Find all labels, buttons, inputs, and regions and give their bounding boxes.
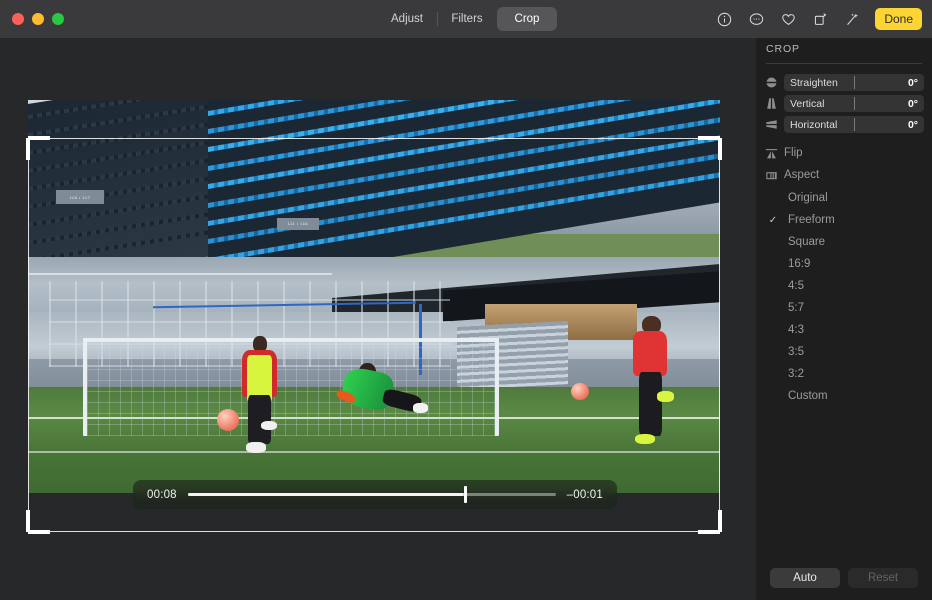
menu-aspect[interactable]: Aspect bbox=[764, 165, 924, 185]
heart-icon[interactable] bbox=[777, 8, 799, 30]
aspect-option-4-3[interactable]: 4:3 bbox=[764, 319, 924, 341]
crop-inspector-panel: CROP Straighten 0° bbox=[756, 38, 932, 600]
tab-adjust-label: Adjust bbox=[391, 13, 423, 25]
editor-canvas: 118 • 117 111 • 116 bbox=[0, 38, 756, 600]
horizontal-perspective-icon bbox=[764, 118, 778, 132]
aspect-option-16-9[interactable]: 16:9 bbox=[764, 253, 924, 275]
menu-flip-label: Flip bbox=[784, 147, 803, 159]
traffic-light-controls bbox=[12, 13, 64, 25]
aspect-icon bbox=[764, 168, 778, 182]
tab-crop[interactable]: Crop bbox=[497, 7, 557, 31]
player-goalkeeper bbox=[336, 359, 426, 438]
tab-crop-label: Crop bbox=[515, 13, 540, 25]
tab-filters-label: Filters bbox=[451, 13, 482, 25]
zoom-window-button[interactable] bbox=[52, 13, 64, 25]
toolbar-actions: Done bbox=[713, 6, 922, 32]
tab-filters[interactable]: Filters bbox=[437, 7, 497, 31]
slider-horizontal-tick bbox=[854, 118, 855, 131]
reset-button[interactable]: Reset bbox=[848, 568, 918, 588]
flip-icon bbox=[764, 146, 778, 160]
crop-handle-bottom-right[interactable] bbox=[718, 510, 722, 532]
info-icon[interactable] bbox=[713, 8, 735, 30]
aspect-option-5-7[interactable]: 5:7 bbox=[764, 297, 924, 319]
photos-editor-window: Adjust Filters Crop bbox=[0, 0, 932, 600]
window-titlebar: Adjust Filters Crop bbox=[0, 0, 932, 38]
aspect-option-label: Custom bbox=[782, 390, 828, 402]
menu-flip[interactable]: Flip bbox=[764, 143, 924, 163]
field-line bbox=[28, 451, 720, 453]
guard-rail bbox=[28, 273, 332, 275]
slider-horizontal-body[interactable]: Horizontal 0° bbox=[784, 116, 924, 133]
aspect-option-label: 3:5 bbox=[782, 346, 804, 358]
aspect-option-3-5[interactable]: 3:5 bbox=[764, 341, 924, 363]
slider-straighten[interactable]: Straighten 0° bbox=[764, 74, 924, 91]
slider-vertical-label: Vertical bbox=[790, 98, 824, 110]
crop-handle-bottom-right[interactable] bbox=[698, 530, 720, 534]
slider-vertical-body[interactable]: Vertical 0° bbox=[784, 95, 924, 112]
slider-horizontal-value: 0° bbox=[908, 119, 918, 131]
aspect-option-label: 4:5 bbox=[782, 280, 804, 292]
aspect-option-label: 5:7 bbox=[782, 302, 804, 314]
slider-vertical[interactable]: Vertical 0° bbox=[764, 95, 924, 112]
video-scrubber[interactable]: 00:08 –00:01 bbox=[133, 480, 617, 509]
aspect-option-label: 3:2 bbox=[782, 368, 804, 380]
panel-action-buttons: Auto Reset bbox=[756, 568, 932, 588]
slider-horizontal[interactable]: Horizontal 0° bbox=[764, 116, 924, 133]
scrubber-playhead[interactable] bbox=[464, 486, 467, 503]
slider-straighten-tick bbox=[854, 76, 855, 89]
crop-handle-bottom-left[interactable] bbox=[28, 530, 50, 534]
slider-straighten-body[interactable]: Straighten 0° bbox=[784, 74, 924, 91]
slider-vertical-tick bbox=[854, 97, 855, 110]
soccer-ball bbox=[217, 409, 239, 431]
scrubber-track[interactable] bbox=[188, 493, 556, 496]
media-preview[interactable]: 118 • 117 111 • 116 bbox=[28, 100, 720, 493]
auto-button[interactable]: Auto bbox=[770, 568, 840, 588]
aspect-option-freeform[interactable]: ✓ Freeform bbox=[764, 209, 924, 231]
magic-wand-icon[interactable] bbox=[841, 8, 863, 30]
aspect-option-label: Original bbox=[782, 192, 828, 204]
section-sign: 111 • 116 bbox=[277, 218, 319, 230]
minimize-window-button[interactable] bbox=[32, 13, 44, 25]
comment-icon[interactable] bbox=[745, 8, 767, 30]
panel-divider bbox=[766, 63, 922, 64]
crop-handle-bottom-left[interactable] bbox=[26, 510, 30, 532]
aspect-option-square[interactable]: Square bbox=[764, 231, 924, 253]
scrubber-progress bbox=[188, 493, 464, 496]
player-field-right bbox=[623, 316, 678, 450]
player-field-left bbox=[236, 336, 284, 454]
slider-straighten-value: 0° bbox=[908, 77, 918, 89]
slider-straighten-label: Straighten bbox=[790, 77, 838, 89]
rotate-icon[interactable] bbox=[809, 8, 831, 30]
goal-frame bbox=[83, 338, 498, 436]
aspect-option-label: Freeform bbox=[782, 214, 835, 226]
menu-aspect-label: Aspect bbox=[784, 169, 819, 181]
aspect-option-3-2[interactable]: 3:2 bbox=[764, 363, 924, 385]
section-sign: 118 • 117 bbox=[56, 190, 104, 204]
close-window-button[interactable] bbox=[12, 13, 24, 25]
slider-vertical-value: 0° bbox=[908, 98, 918, 110]
editor-mode-tabs: Adjust Filters Crop bbox=[377, 7, 557, 31]
video-frame-image: 118 • 117 111 • 116 bbox=[28, 100, 720, 493]
straighten-icon bbox=[764, 76, 778, 90]
aspect-option-label: 16:9 bbox=[782, 258, 810, 270]
panel-title: CROP bbox=[766, 43, 800, 55]
aspect-option-label: 4:3 bbox=[782, 324, 804, 336]
slider-horizontal-label: Horizontal bbox=[790, 119, 837, 131]
done-button[interactable]: Done bbox=[875, 8, 922, 30]
vertical-perspective-icon bbox=[764, 97, 778, 111]
goal-net bbox=[87, 342, 494, 436]
elapsed-time-label: 00:08 bbox=[147, 489, 177, 501]
aspect-option-original[interactable]: Original bbox=[764, 187, 924, 209]
tab-adjust[interactable]: Adjust bbox=[377, 7, 437, 31]
aspect-option-label: Square bbox=[782, 236, 825, 248]
aspect-option-4-5[interactable]: 4:5 bbox=[764, 275, 924, 297]
aspect-check-icon: ✓ bbox=[764, 215, 782, 226]
aspect-option-custom[interactable]: Custom bbox=[764, 385, 924, 407]
remaining-time-label: –00:01 bbox=[567, 489, 603, 501]
